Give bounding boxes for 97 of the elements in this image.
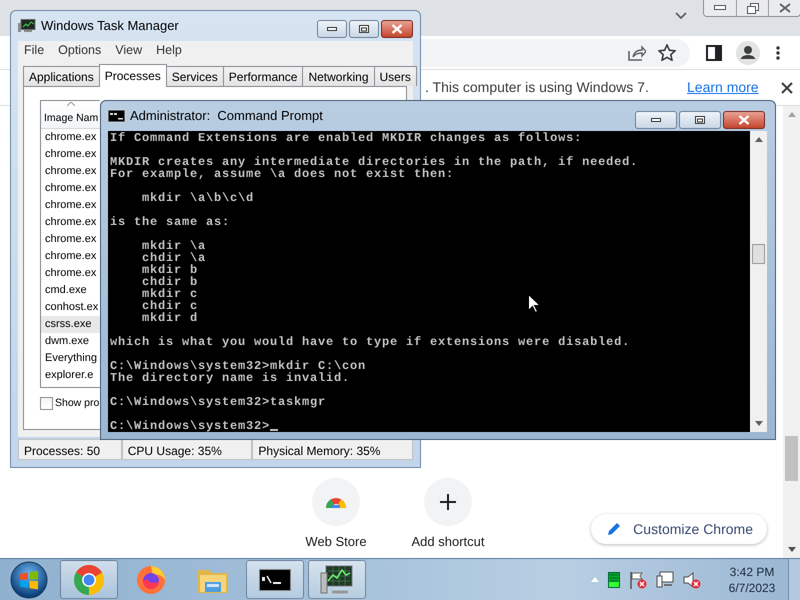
share-button[interactable] bbox=[628, 44, 646, 60]
status-text: Processes: 50 bbox=[18, 439, 122, 460]
process-row[interactable]: chrome.ex bbox=[41, 146, 100, 163]
process-row[interactable]: explorer.e bbox=[41, 367, 100, 384]
menu-item[interactable]: File bbox=[24, 40, 44, 60]
scroll-thumb[interactable] bbox=[785, 436, 798, 481]
process-row[interactable]: chrome.ex bbox=[41, 129, 100, 146]
infobar-message: . This computer is using Windows 7. bbox=[425, 78, 650, 97]
close-button[interactable] bbox=[381, 20, 413, 38]
process-row[interactable]: chrome.ex bbox=[41, 163, 100, 180]
process-row[interactable]: chrome.ex bbox=[41, 197, 100, 214]
minimize-button[interactable] bbox=[317, 20, 347, 38]
tab[interactable]: Performance bbox=[222, 66, 302, 86]
process-row[interactable]: chrome.ex bbox=[41, 214, 100, 231]
process-row[interactable]: conhost.ex bbox=[41, 299, 100, 316]
windows-logo-icon bbox=[10, 560, 48, 598]
tab-list-icon[interactable] bbox=[675, 12, 687, 20]
flag-error-icon[interactable] bbox=[629, 570, 647, 588]
menu-item[interactable]: Options bbox=[58, 40, 102, 60]
tab[interactable]: Users bbox=[374, 66, 417, 86]
tab[interactable]: Networking bbox=[302, 66, 374, 86]
web-store-icon bbox=[325, 496, 347, 508]
clock-date[interactable]: 6/7/2023 bbox=[728, 580, 776, 596]
scroll-down-icon[interactable] bbox=[788, 547, 796, 552]
share-icon bbox=[628, 44, 646, 60]
process-row[interactable]: chrome.ex bbox=[41, 180, 100, 197]
bookmark-button[interactable] bbox=[658, 44, 676, 61]
shortcut-label: Web Store bbox=[305, 533, 367, 551]
tab[interactable]: Services bbox=[166, 66, 223, 86]
side-panel-icon bbox=[706, 44, 722, 60]
checkbox[interactable] bbox=[40, 397, 53, 410]
window-title: Administrator: Command Prompt bbox=[130, 107, 323, 126]
star-icon bbox=[658, 44, 676, 61]
restore-button[interactable] bbox=[736, 0, 768, 16]
speaker-muted-icon[interactable] bbox=[683, 570, 701, 588]
avatar-icon bbox=[736, 40, 760, 64]
column-header[interactable]: Image Nam bbox=[41, 101, 100, 129]
process-row[interactable]: chrome.ex bbox=[41, 248, 100, 265]
address-bar[interactable] bbox=[421, 38, 690, 66]
meter-icon[interactable] bbox=[608, 572, 620, 588]
menu-button[interactable] bbox=[776, 46, 780, 60]
maximize-icon bbox=[359, 25, 369, 33]
menu-item[interactable]: View bbox=[115, 40, 142, 60]
scroll-thumb[interactable] bbox=[752, 244, 765, 264]
restore-icon bbox=[746, 2, 758, 14]
tab[interactable]: Processes bbox=[98, 64, 167, 87]
shortcut-tile[interactable]: Web Store bbox=[280, 478, 392, 552]
taskbar-button[interactable] bbox=[246, 560, 304, 599]
taskbar-button[interactable] bbox=[308, 560, 366, 599]
process-row[interactable]: chrome.ex bbox=[41, 265, 100, 282]
minimize-icon bbox=[327, 27, 337, 31]
minimize-icon bbox=[714, 5, 726, 11]
monitor-icon bbox=[320, 564, 354, 594]
close-icon bbox=[778, 3, 790, 13]
process-row[interactable]: chrome.ex bbox=[41, 231, 100, 248]
scroll-up-icon[interactable] bbox=[754, 137, 762, 142]
minimize-button[interactable] bbox=[704, 0, 736, 16]
network-icon[interactable] bbox=[656, 570, 674, 588]
close-icon bbox=[391, 24, 403, 34]
minimize-button[interactable] bbox=[635, 111, 677, 129]
kebab-menu-icon bbox=[776, 46, 780, 60]
mouse-pointer-icon bbox=[528, 294, 540, 313]
close-button[interactable] bbox=[768, 0, 800, 16]
checkbox-label: Show pro bbox=[55, 396, 100, 411]
pencil-icon bbox=[607, 522, 622, 536]
close-icon bbox=[738, 115, 750, 125]
close-icon bbox=[780, 82, 793, 94]
console-icon bbox=[108, 110, 125, 122]
process-row[interactable]: dwm.exe bbox=[41, 333, 100, 350]
menu-item[interactable]: Help bbox=[156, 40, 182, 60]
maximize-button[interactable] bbox=[349, 20, 379, 38]
console-icon bbox=[259, 568, 291, 590]
window-title: Windows Task Manager bbox=[41, 17, 179, 36]
process-row[interactable]: Everything bbox=[41, 350, 100, 367]
learn-more-link[interactable]: Learn more bbox=[687, 77, 759, 98]
infobar-close-button[interactable] bbox=[780, 82, 793, 94]
console-output: If Command Extensions are enabled MKDIR changes as follows: MKDIR creates any intermediate directories in the path, if needed. For example, assume \a does not exist then: mkdir \a\b\c\d is the same as: mkdir \a chdir \a mkdir b chdir b mkdir c chdir c mkdir d which is what you would have to type if extensions were disabled. C:\Windows\system32>mkdir C:\con The directory name is invalid. C:\Windows\system32>taskmgr C:\Windows\system32> bbox=[108, 131, 750, 432]
maximize-icon bbox=[695, 116, 705, 124]
plus-icon bbox=[440, 494, 456, 510]
process-row[interactable]: csrss.exe bbox=[41, 316, 100, 333]
close-button[interactable] bbox=[723, 111, 765, 129]
customize-chrome-button[interactable]: Customize Chrome bbox=[591, 514, 767, 544]
firefox-icon bbox=[136, 564, 166, 594]
profile-button[interactable] bbox=[736, 40, 760, 64]
shortcut-tile[interactable]: Add shortcut bbox=[392, 478, 504, 552]
clock-time[interactable]: 3:42 PM bbox=[730, 564, 774, 580]
scrollbar[interactable] bbox=[750, 131, 767, 432]
monitor-icon bbox=[18, 19, 36, 33]
tab[interactable]: Applications bbox=[23, 66, 99, 86]
chrome-icon bbox=[73, 564, 105, 596]
minimize-icon bbox=[651, 118, 661, 122]
shortcut-label: Add shortcut bbox=[412, 533, 484, 551]
maximize-button[interactable] bbox=[679, 111, 721, 129]
process-row[interactable]: cmd.exe bbox=[41, 282, 100, 299]
scrollbar[interactable] bbox=[783, 106, 800, 558]
side-panel-button[interactable] bbox=[706, 44, 722, 60]
scroll-down-icon[interactable] bbox=[754, 421, 762, 426]
